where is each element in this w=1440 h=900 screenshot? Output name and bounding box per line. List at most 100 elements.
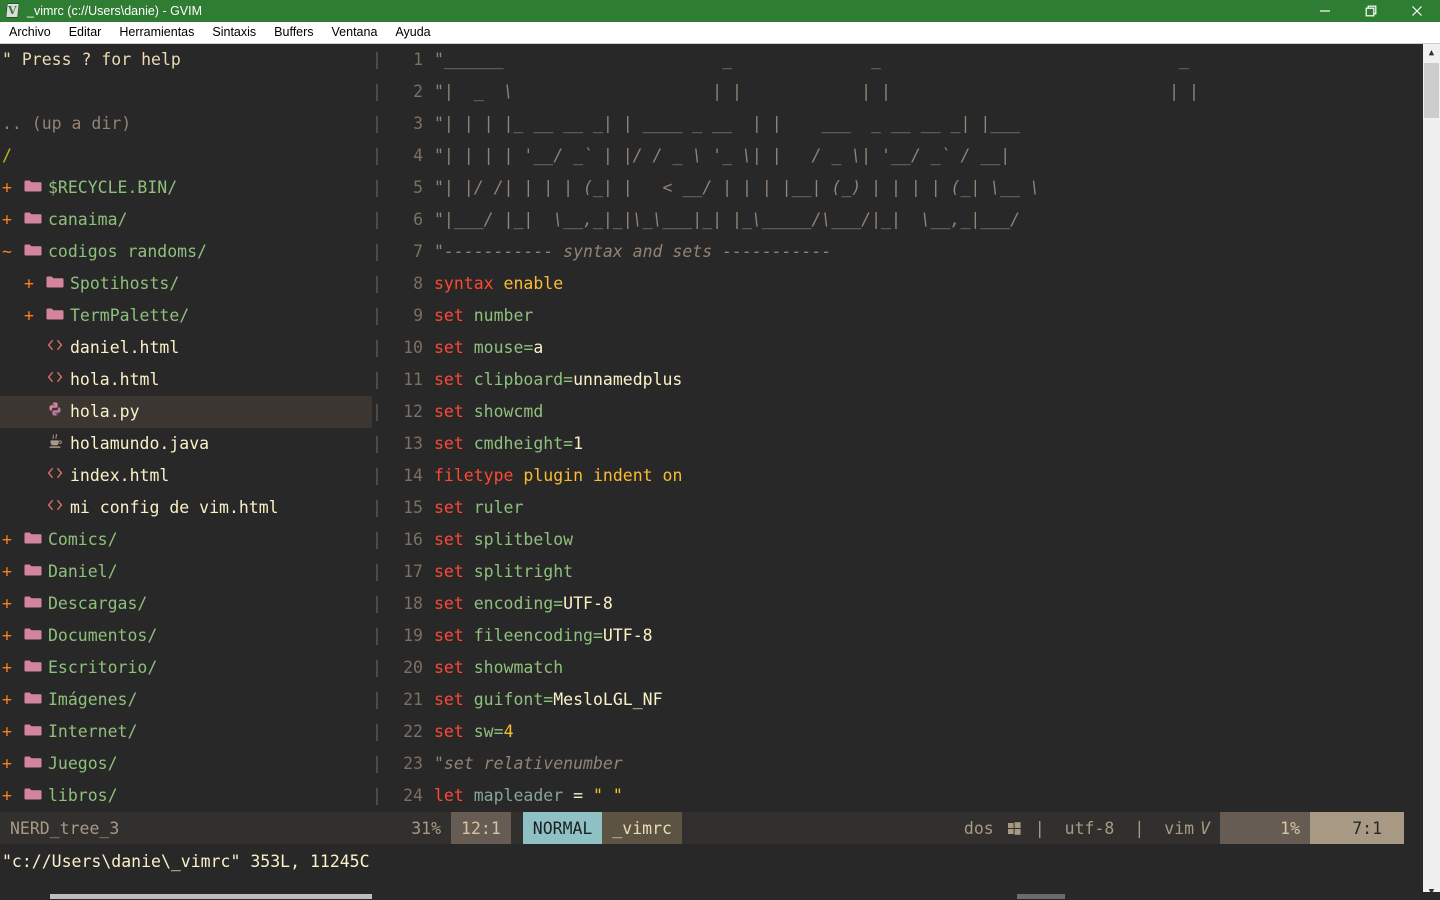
- nerdtree-item-documentos[interactable]: + Documentos/: [0, 620, 372, 652]
- nerdtree-item-termpalette[interactable]: + TermPalette/: [0, 300, 372, 332]
- horizontal-scrollbar-left-thumb[interactable]: [50, 894, 375, 899]
- code-line[interactable]: 18 set encoding=UTF-8: [378, 588, 1422, 620]
- menu-item-ayuda[interactable]: Ayuda: [386, 22, 439, 43]
- expand-plus-icon[interactable]: +: [24, 268, 40, 300]
- code-line[interactable]: 1 "______ _ _ _: [378, 44, 1422, 76]
- code-line[interactable]: 17 set splitright: [378, 556, 1422, 588]
- menu-item-editar[interactable]: Editar: [60, 22, 111, 43]
- expand-plus-icon[interactable]: +: [2, 780, 18, 812]
- code-line[interactable]: 4 "| | | | '__/ _` | |/ / _ \ '_ \| | / _…: [378, 140, 1422, 172]
- nerdtree-root[interactable]: /: [0, 140, 372, 172]
- expand-plus-icon[interactable]: +: [2, 556, 18, 588]
- code-line[interactable]: 8 syntax enable: [378, 268, 1422, 300]
- token-cmd: set: [434, 562, 464, 581]
- nerdtree-item-comics[interactable]: + Comics/: [0, 524, 372, 556]
- menu-item-buffers[interactable]: Buffers: [265, 22, 322, 43]
- menu-item-ventana[interactable]: Ventana: [323, 22, 387, 43]
- expand-plus-icon[interactable]: +: [2, 652, 18, 684]
- nerdtree-item-im-genes[interactable]: + Imágenes/: [0, 684, 372, 716]
- menu-item-sintaxis[interactable]: Sintaxis: [203, 22, 265, 43]
- code-line[interactable]: 19 set fileencoding=UTF-8: [378, 620, 1422, 652]
- line-number: 17: [403, 562, 423, 581]
- nerdtree-item-hola-html[interactable]: hola.html: [0, 364, 372, 396]
- code-line[interactable]: 10 set mouse=a: [378, 332, 1422, 364]
- nerdtree-item-descargas[interactable]: + Descargas/: [0, 588, 372, 620]
- command-line[interactable]: "c://Users\danie\_vimrc" 353L, 11245C: [0, 844, 1404, 878]
- token-const: 4: [503, 722, 514, 741]
- code-line[interactable]: 24 let mapleader = " ": [378, 780, 1422, 812]
- nerdtree-up-dir[interactable]: .. (up a dir): [0, 108, 372, 140]
- scroll-up-arrow-icon[interactable]: ▲: [1423, 44, 1440, 61]
- line-number: 20: [403, 658, 423, 677]
- expand-plus-icon[interactable]: +: [2, 172, 18, 204]
- code-line[interactable]: 20 set showmatch: [378, 652, 1422, 684]
- expand-plus-icon[interactable]: +: [2, 524, 18, 556]
- expand-plus-icon[interactable]: +: [2, 588, 18, 620]
- code-line[interactable]: 22 set sw=4: [378, 716, 1422, 748]
- vertical-scrollbar[interactable]: ▲ ▼: [1422, 44, 1440, 900]
- token-op: [464, 402, 474, 421]
- horizontal-scrollbar-left[interactable]: [0, 892, 375, 900]
- line-text: "|___/ |_| \__,_|_|\_\___|_| |_\_____/\_…: [434, 204, 1422, 236]
- code-line[interactable]: 2 "| _ \ | | | | | |: [378, 76, 1422, 108]
- menu-item-archivo[interactable]: Archivo: [0, 22, 60, 43]
- token-op: [464, 370, 474, 389]
- nerdtree-item-label: libros/: [48, 786, 118, 805]
- code-pane[interactable]: 1 "______ _ _ _ 2 "| _ \ | | | | | | 3 "| | |…: [378, 44, 1422, 812]
- line-text: "set relativenumber: [434, 748, 1422, 780]
- nerdtree-item-daniel-html[interactable]: daniel.html: [0, 332, 372, 364]
- nerdtree-item-hola-py[interactable]: hola.py: [0, 396, 372, 428]
- nerdtree-item-holamundo-java[interactable]: holamundo.java: [0, 428, 372, 460]
- expand-plus-icon[interactable]: +: [2, 204, 18, 236]
- nerdtree-item-index-html[interactable]: index.html: [0, 460, 372, 492]
- code-line[interactable]: 23 "set relativenumber: [378, 748, 1422, 780]
- token-opt: cmdheight=: [473, 434, 574, 453]
- code-line[interactable]: 5 "| |/ /| | | | (_| | < __/ | | | |__| (…: [378, 172, 1422, 204]
- status-percent-right: 1%: [1220, 812, 1311, 844]
- code-line[interactable]: 16 set splitbelow: [378, 524, 1422, 556]
- code-line[interactable]: 14 filetype plugin indent on: [378, 460, 1422, 492]
- minimize-button[interactable]: [1302, 0, 1348, 22]
- nerdtree-item-internet[interactable]: + Internet/: [0, 716, 372, 748]
- code-line[interactable]: 15 set ruler: [378, 492, 1422, 524]
- nerdtree-item-codigos-randoms[interactable]: ~ codigos randoms/: [0, 236, 372, 268]
- expand-plus-icon[interactable]: +: [2, 620, 18, 652]
- nerdtree-item-juegos[interactable]: + Juegos/: [0, 748, 372, 780]
- code-line[interactable]: 12 set showcmd: [378, 396, 1422, 428]
- nerdtree-item-canaima[interactable]: + canaima/: [0, 204, 372, 236]
- code-line[interactable]: 13 set cmdheight=1: [378, 428, 1422, 460]
- expand-plus-icon[interactable]: +: [2, 716, 18, 748]
- nerdtree-help-text: " Press ? for help: [2, 50, 181, 69]
- nerdtree-item-escritorio[interactable]: + Escritorio/: [0, 652, 372, 684]
- horizontal-scrollbar-right[interactable]: [372, 892, 1440, 900]
- vertical-scrollbar-thumb[interactable]: [1424, 63, 1439, 118]
- collapse-tilde-icon[interactable]: ~: [2, 236, 18, 268]
- restore-button[interactable]: [1348, 0, 1394, 22]
- code-line[interactable]: 3 "| | | |_ __ __ _| | ____ _ __ | | ___ …: [378, 108, 1422, 140]
- token-op: [464, 594, 474, 613]
- line-text: set mouse=a: [434, 332, 1422, 364]
- code-line[interactable]: 6 "|___/ |_| \__,_|_|\_\___|_| |_\_____/\…: [378, 204, 1422, 236]
- close-button[interactable]: [1394, 0, 1440, 22]
- expand-plus-icon[interactable]: +: [24, 300, 40, 332]
- expand-plus-icon[interactable]: +: [2, 748, 18, 780]
- nerdtree-item-daniel[interactable]: + Daniel/: [0, 556, 372, 588]
- token-opt: splitbelow: [473, 530, 574, 549]
- nerdtree-item-spotihosts[interactable]: + Spotihosts/: [0, 268, 372, 300]
- nerdtree-item-libros[interactable]: + libros/: [0, 780, 372, 812]
- token-cmd: set: [434, 530, 464, 549]
- line-number: 9: [413, 306, 423, 325]
- horizontal-scrollbar-right-thumb[interactable]: [1017, 894, 1065, 899]
- code-line[interactable]: 9 set number: [378, 300, 1422, 332]
- code-line[interactable]: 7 "----------- syntax and sets ----------…: [378, 236, 1422, 268]
- expand-plus-icon[interactable]: +: [2, 684, 18, 716]
- nerdtree-item-mi-config-de-vim-html[interactable]: mi config de vim.html: [0, 492, 372, 524]
- token-cmd: set: [434, 338, 464, 357]
- nerdtree-pane[interactable]: " Press ? for help .. (up a dir) / + $RECYCL…: [0, 44, 372, 812]
- token-op: [653, 466, 663, 485]
- code-line[interactable]: 21 set guifont=MesloLGL_NF: [378, 684, 1422, 716]
- menu-item-herramientas[interactable]: Herramientas: [110, 22, 203, 43]
- nerdtree-item--recycle-bin[interactable]: + $RECYCLE.BIN/: [0, 172, 372, 204]
- nerdtree-item-label: Imágenes/: [48, 690, 138, 709]
- code-line[interactable]: 11 set clipboard=unnamedplus: [378, 364, 1422, 396]
